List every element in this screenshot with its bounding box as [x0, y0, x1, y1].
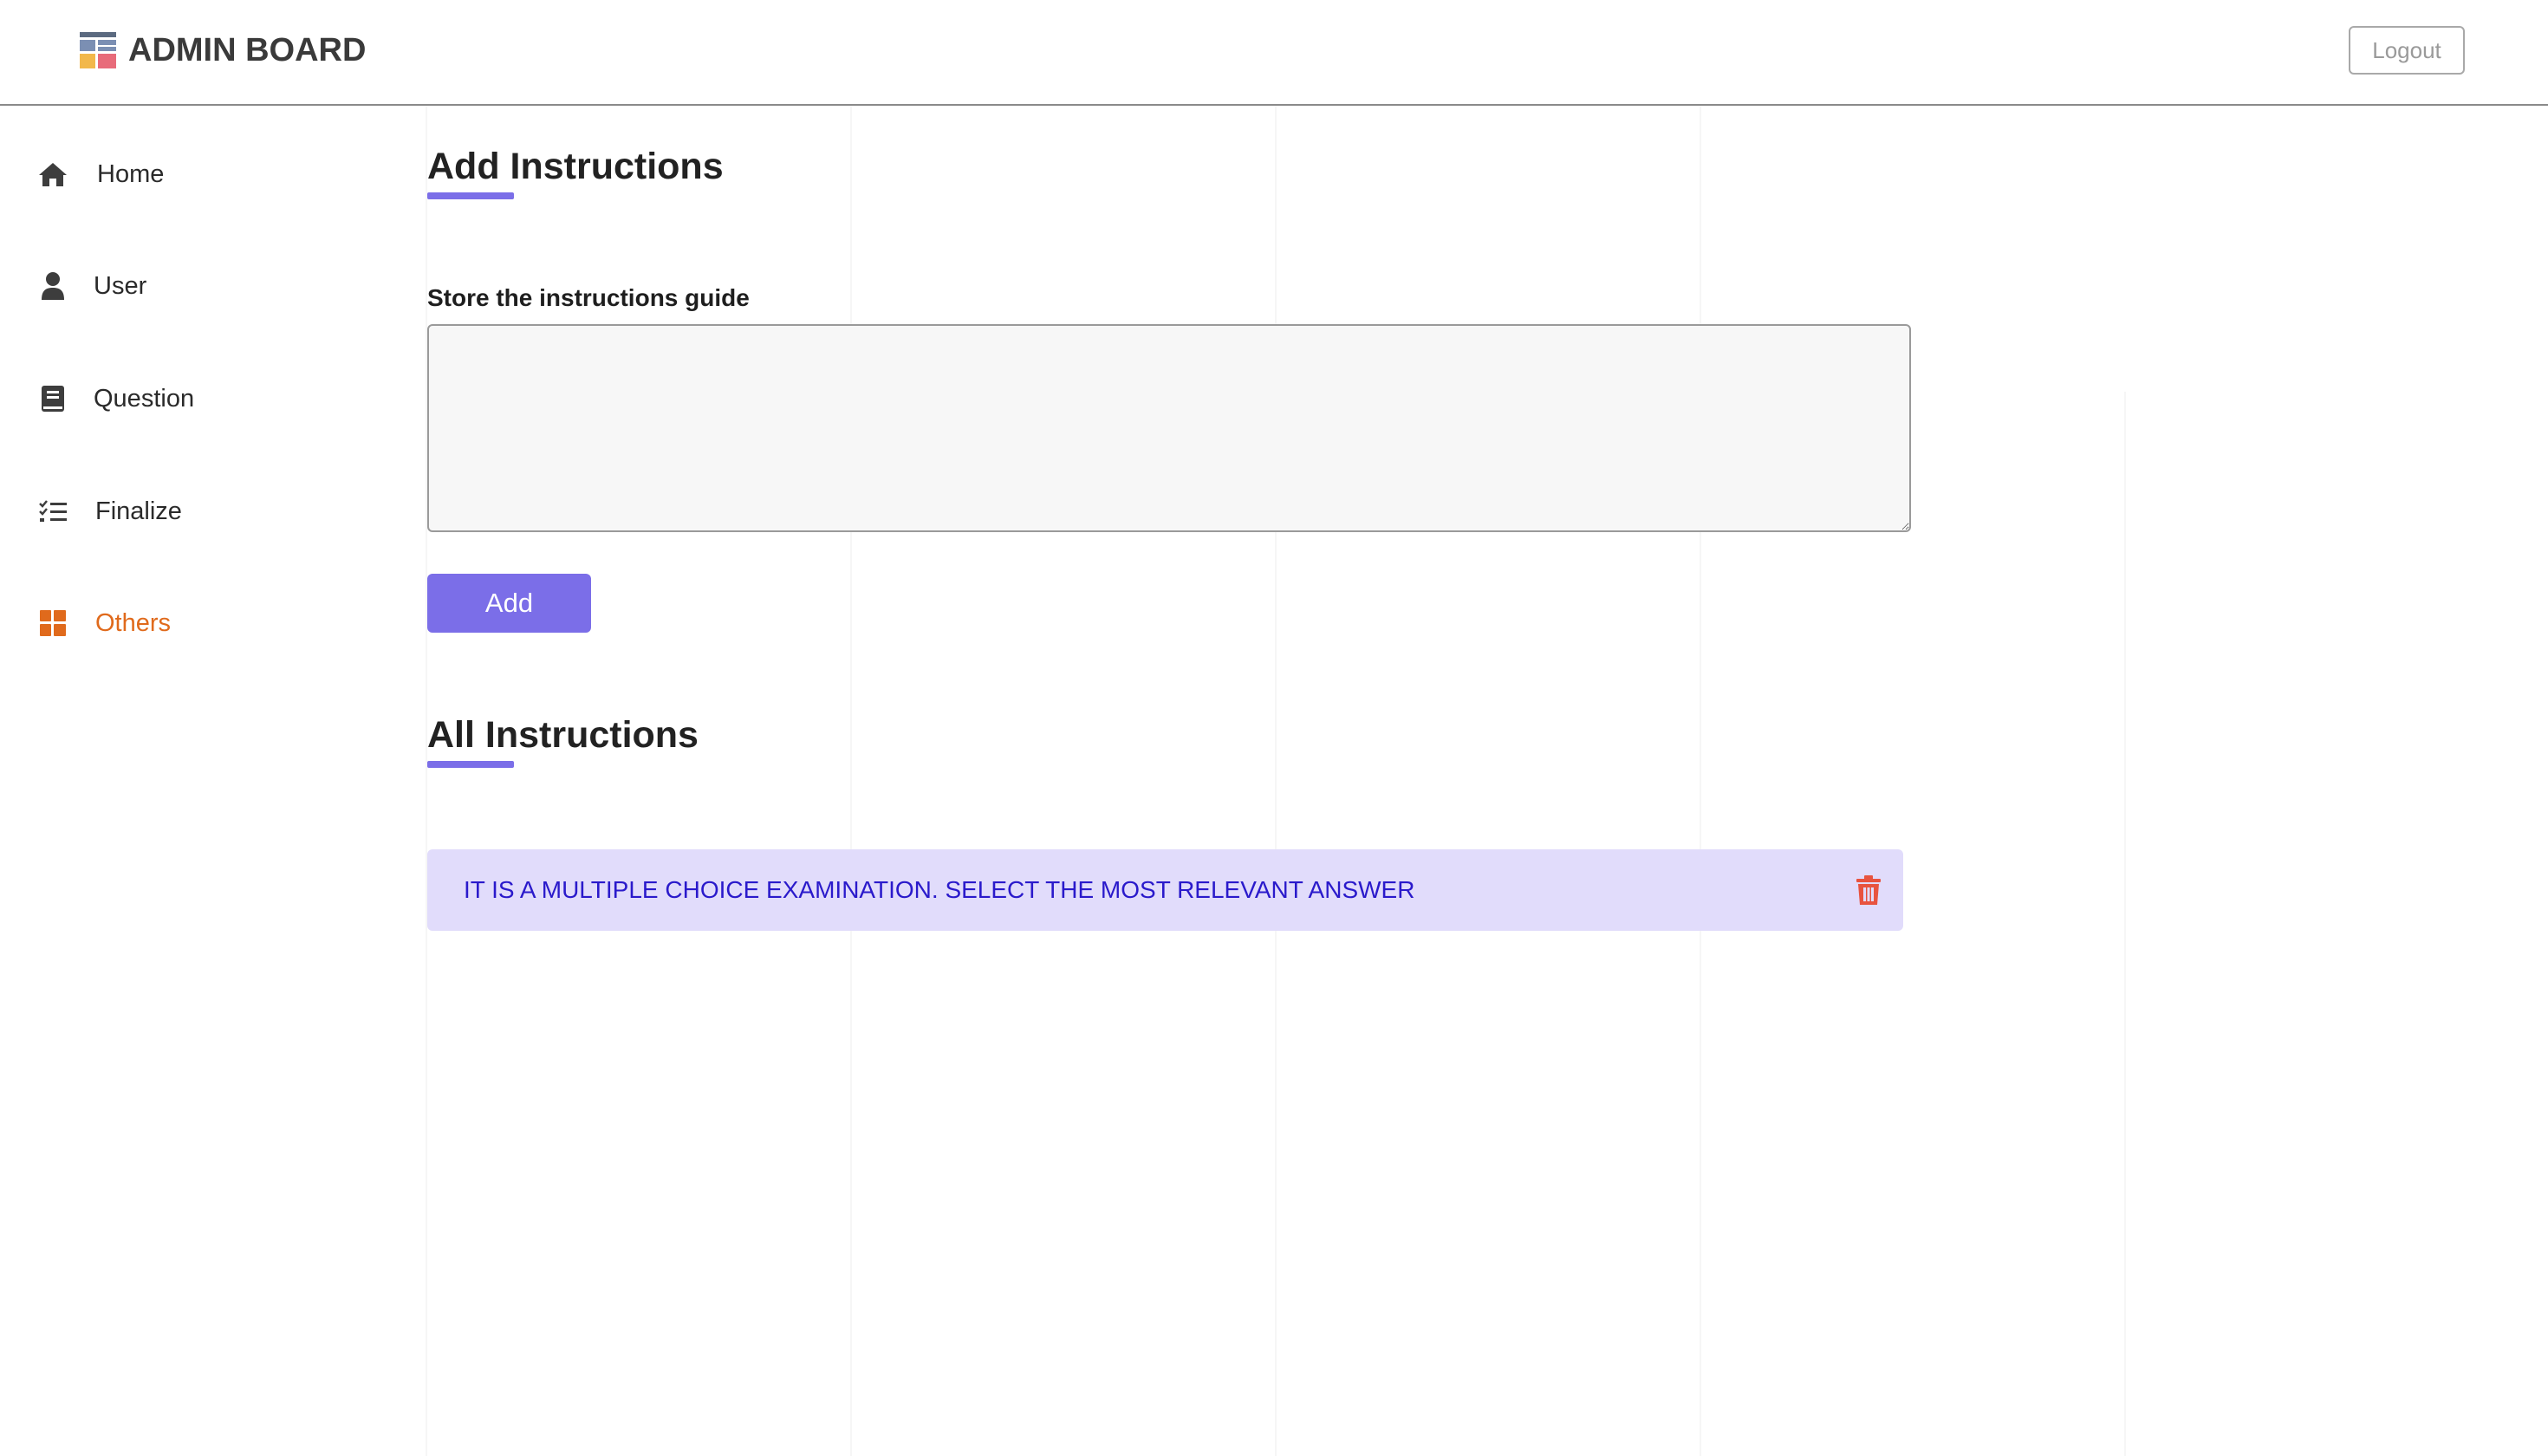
title-underline [427, 192, 514, 199]
dashboard-icon [80, 32, 116, 68]
logout-button[interactable]: Logout [2349, 26, 2465, 75]
sidebar-item-question[interactable]: Question [38, 374, 194, 423]
brand[interactable]: ADMIN BOARD [80, 29, 366, 71]
add-button[interactable]: Add [427, 574, 591, 633]
sidebar-item-label: Others [95, 608, 172, 637]
sidebar-item-others[interactable]: Others [38, 599, 171, 647]
add-instructions-title: Add Instructions [427, 146, 724, 187]
instructions-textarea[interactable] [427, 324, 1911, 532]
instructions-field-label: Store the instructions guide [427, 284, 750, 311]
sidebar-item-user[interactable]: User [38, 262, 146, 310]
all-instructions-title: All Instructions [427, 714, 699, 756]
grid-icon [38, 608, 68, 638]
trash-icon[interactable] [1856, 875, 1881, 905]
sidebar-item-finalize[interactable]: Finalize [38, 487, 182, 536]
sidebar-item-label: Home [97, 159, 165, 188]
sidebar-item-label: Question [94, 384, 195, 413]
sidebar-item-label: Finalize [95, 497, 182, 525]
sidebar-item-home[interactable]: Home [38, 150, 164, 198]
instruction-list-item: IT IS A MULTIPLE CHOICE EXAMINATION. SEL… [427, 849, 1903, 931]
brand-title: ADMIN BOARD [128, 31, 367, 68]
sidebar-item-label: User [94, 271, 147, 300]
book-icon [38, 384, 68, 413]
title-underline [427, 761, 514, 768]
list-check-icon [38, 497, 68, 526]
sidebar: Home User Question Finalize Others [0, 106, 399, 1456]
instruction-text: IT IS A MULTIPLE CHOICE EXAMINATION. SEL… [464, 876, 1415, 903]
user-icon [38, 271, 68, 301]
home-icon [38, 159, 68, 189]
top-header: ADMIN BOARD Logout [0, 0, 2548, 106]
